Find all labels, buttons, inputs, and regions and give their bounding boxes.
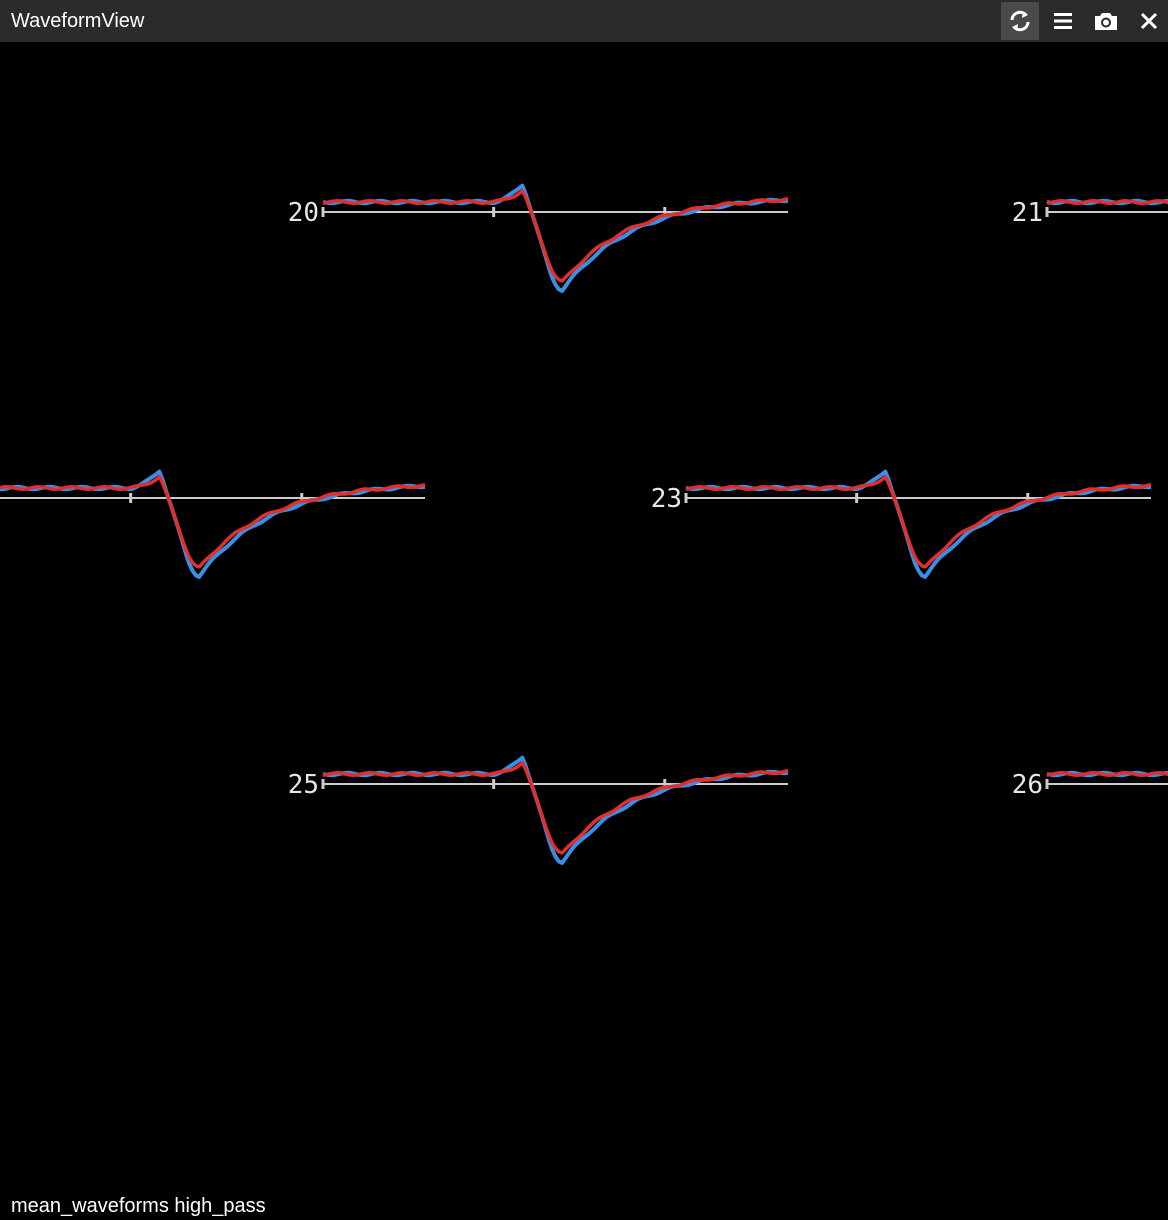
channel-26: 26 <box>1012 770 1168 800</box>
waveform-plot: 20 21 23 25 26 <box>0 183 1168 865</box>
channel-23: 23 <box>651 469 1152 579</box>
menu-button[interactable] <box>1044 2 1082 40</box>
screenshot-button[interactable] <box>1087 2 1125 40</box>
camera-icon <box>1095 13 1117 30</box>
channel-21: 21 <box>1012 198 1168 228</box>
channel-25: 25 <box>288 755 789 865</box>
channel-20: 20 <box>288 183 789 293</box>
channel-label: 23 <box>651 484 682 514</box>
window-title: WaveformView <box>11 9 145 32</box>
channel-label: 26 <box>1012 770 1043 800</box>
status-text: mean_waveforms high_pass <box>11 1195 266 1217</box>
refresh-button[interactable] <box>1001 2 1039 40</box>
close-icon <box>1140 12 1158 30</box>
waveform-canvas[interactable]: 20 21 23 25 26 <box>0 42 1168 1220</box>
refresh-icon <box>1010 10 1030 32</box>
channel-label: 25 <box>288 770 319 800</box>
menu-icon <box>1054 13 1072 29</box>
channel-label: 21 <box>1012 198 1043 228</box>
title-bar: WaveformView <box>0 0 1168 42</box>
toolbar <box>996 0 1168 42</box>
channel-unlabeled <box>0 469 426 579</box>
close-button[interactable] <box>1130 2 1168 40</box>
channel-label: 20 <box>288 198 319 228</box>
